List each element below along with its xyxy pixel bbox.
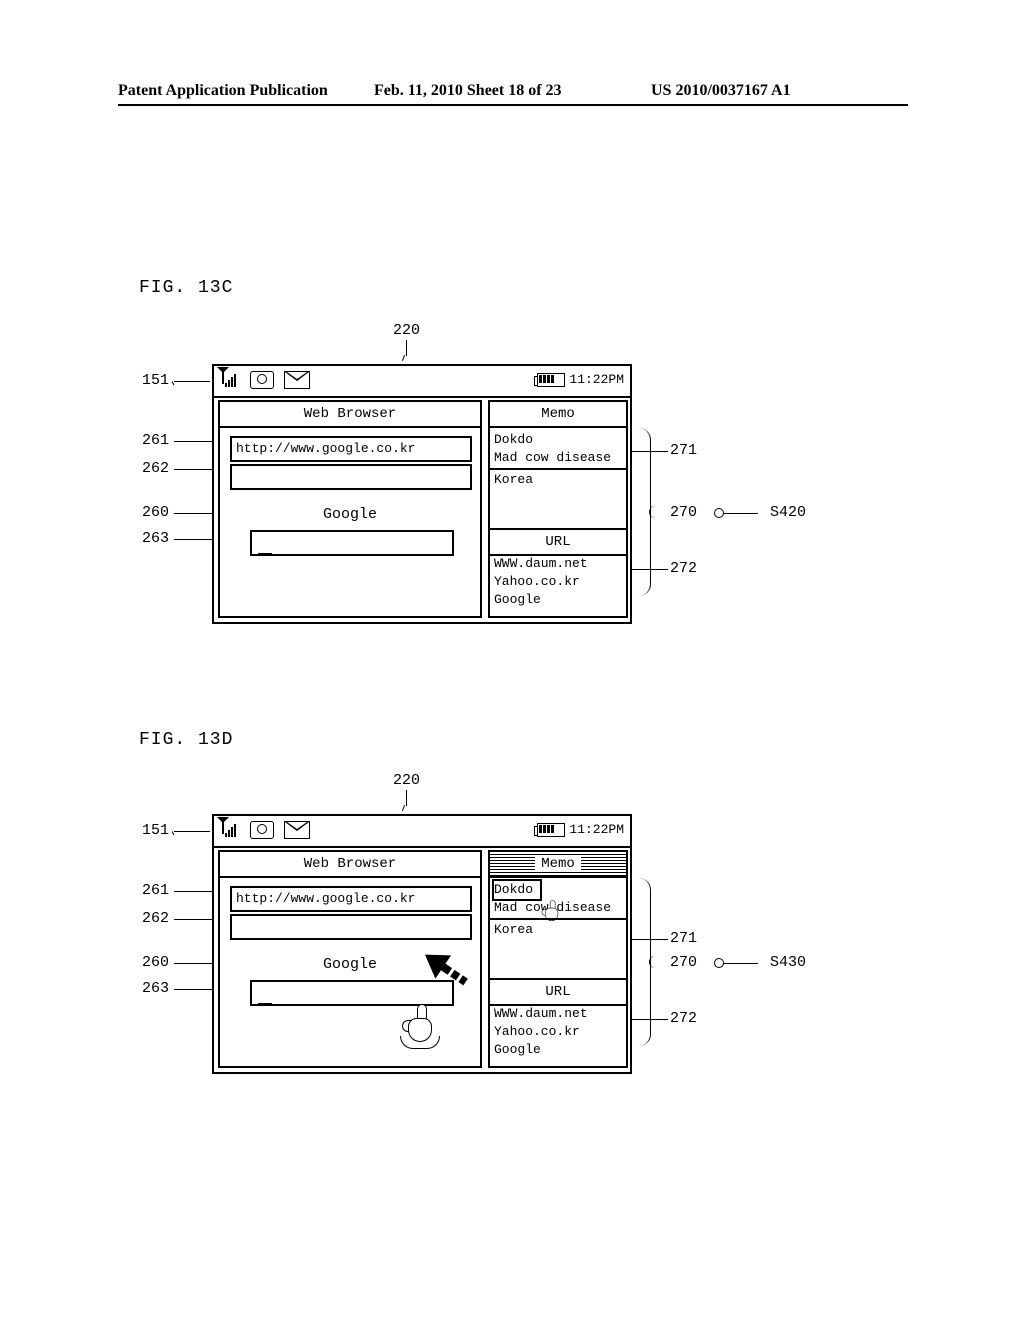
lead-260-b bbox=[174, 963, 212, 964]
callout-261-b: 261 bbox=[142, 882, 169, 899]
secondary-field[interactable] bbox=[230, 464, 472, 490]
url-field[interactable]: http://www.google.co.kr bbox=[230, 436, 472, 462]
url-item-1-b[interactable]: WWW.daum.net bbox=[494, 1006, 622, 1021]
status-bar-b: 11:22PM bbox=[214, 816, 630, 848]
web-browser-panel-b: Web Browser http://www.google.co.kr Goog… bbox=[218, 850, 482, 1068]
callout-270: 270 bbox=[670, 504, 697, 521]
memo-item-3[interactable]: Korea bbox=[494, 472, 622, 487]
brace-270 bbox=[638, 428, 658, 596]
header-middle: Feb. 11, 2010 Sheet 18 of 23 bbox=[374, 82, 562, 100]
figure-label-13c: FIG. 13C bbox=[139, 278, 233, 298]
memo-item-1[interactable]: Dokdo bbox=[494, 432, 622, 447]
callout-270-b: 270 bbox=[670, 954, 697, 971]
site-name: Google bbox=[220, 506, 480, 523]
header-left: Patent Application Publication bbox=[118, 82, 328, 100]
callout-272: 272 bbox=[670, 560, 697, 577]
contact-icon-b bbox=[250, 821, 274, 839]
url-item-3-b[interactable]: Google bbox=[494, 1042, 622, 1057]
callout-271-b: 271 bbox=[670, 930, 697, 947]
phone-screen: 11:22PM Web Browser http://www.google.co… bbox=[212, 364, 632, 624]
callout-151-b: 151 bbox=[142, 822, 169, 839]
web-browser-panel: Web Browser http://www.google.co.kr Goog… bbox=[218, 400, 482, 618]
status-time-b: 11:22PM bbox=[569, 822, 624, 837]
figure-13c: 220 151 261 262 260 263 271 272 270 S420 bbox=[140, 332, 900, 652]
url-section-label: URL bbox=[545, 534, 570, 550]
battery-icon bbox=[537, 373, 565, 387]
callout-271: 271 bbox=[670, 442, 697, 459]
header-right: US 2010/0037167 A1 bbox=[651, 82, 791, 100]
contact-icon bbox=[250, 371, 274, 389]
figure-13d: 220 151 261 262 260 263 271 272 270 S430 bbox=[140, 782, 900, 1102]
callout-220: 220 bbox=[393, 322, 420, 339]
figure-label-13d: FIG. 13D bbox=[139, 730, 233, 750]
battery-icon-b bbox=[537, 823, 565, 837]
memo-panel: Memo Dokdo Mad cow disease Korea URL WWW… bbox=[488, 400, 628, 618]
lead-151-b bbox=[174, 831, 210, 832]
url-field-b[interactable]: http://www.google.co.kr bbox=[230, 886, 472, 912]
memo-item-1-b[interactable]: Dokdo bbox=[494, 882, 622, 897]
signal-icon bbox=[220, 370, 240, 390]
url-value: http://www.google.co.kr bbox=[236, 441, 415, 456]
memo-title-b: Memo bbox=[490, 852, 626, 878]
callout-261: 261 bbox=[142, 432, 169, 449]
callout-262: 262 bbox=[142, 460, 169, 477]
callout-262-b: 262 bbox=[142, 910, 169, 927]
lead-260 bbox=[174, 513, 212, 514]
callout-260-b: 260 bbox=[142, 954, 169, 971]
web-browser-title: Web Browser bbox=[220, 402, 480, 428]
callout-260: 260 bbox=[142, 504, 169, 521]
url-section-label-b: URL bbox=[545, 984, 570, 1000]
callout-220-b: 220 bbox=[393, 772, 420, 789]
memo-title: Memo bbox=[490, 402, 626, 428]
status-time: 11:22PM bbox=[569, 372, 624, 387]
status-bar: 11:22PM bbox=[214, 366, 630, 398]
phone-screen-b: 11:22PM Web Browser http://www.google.co… bbox=[212, 814, 632, 1074]
lead-220b-tick bbox=[402, 805, 405, 811]
callout-s420: S420 bbox=[770, 504, 806, 521]
hand-pointer-icon bbox=[402, 1002, 436, 1042]
memo-item-3-b[interactable]: Korea bbox=[494, 922, 622, 937]
url-item-1[interactable]: WWW.daum.net bbox=[494, 556, 622, 571]
callout-s430: S430 bbox=[770, 954, 806, 971]
memo-item-2[interactable]: Mad cow disease bbox=[494, 450, 622, 465]
callout-151: 151 bbox=[142, 372, 169, 389]
callout-263-b: 263 bbox=[142, 980, 169, 997]
envelope-icon-b bbox=[284, 821, 310, 839]
lead-220b-v bbox=[406, 790, 407, 806]
patent-page: { "header": { "left": "Patent Applicatio… bbox=[0, 0, 1024, 1320]
lead-s430-node bbox=[714, 958, 724, 968]
callout-272-b: 272 bbox=[670, 1010, 697, 1027]
memo-panel-b: Memo Dokdo Mad cow disease Korea URL WWW… bbox=[488, 850, 628, 1068]
envelope-icon bbox=[284, 371, 310, 389]
search-field[interactable] bbox=[250, 530, 454, 556]
url-item-3[interactable]: Google bbox=[494, 592, 622, 607]
lead-220-v bbox=[406, 340, 407, 356]
url-value-b: http://www.google.co.kr bbox=[236, 891, 415, 906]
callout-263: 263 bbox=[142, 530, 169, 547]
brace-270-b bbox=[638, 878, 658, 1046]
header-rule bbox=[118, 104, 908, 106]
url-item-2-b[interactable]: Yahoo.co.kr bbox=[494, 1024, 622, 1039]
url-item-2[interactable]: Yahoo.co.kr bbox=[494, 574, 622, 589]
web-browser-title-b: Web Browser bbox=[220, 852, 480, 878]
signal-icon-b bbox=[220, 820, 240, 840]
secondary-field-b[interactable] bbox=[230, 914, 472, 940]
lead-s420-node bbox=[714, 508, 724, 518]
lead-220-tick bbox=[402, 355, 405, 361]
lead-151 bbox=[174, 381, 210, 382]
